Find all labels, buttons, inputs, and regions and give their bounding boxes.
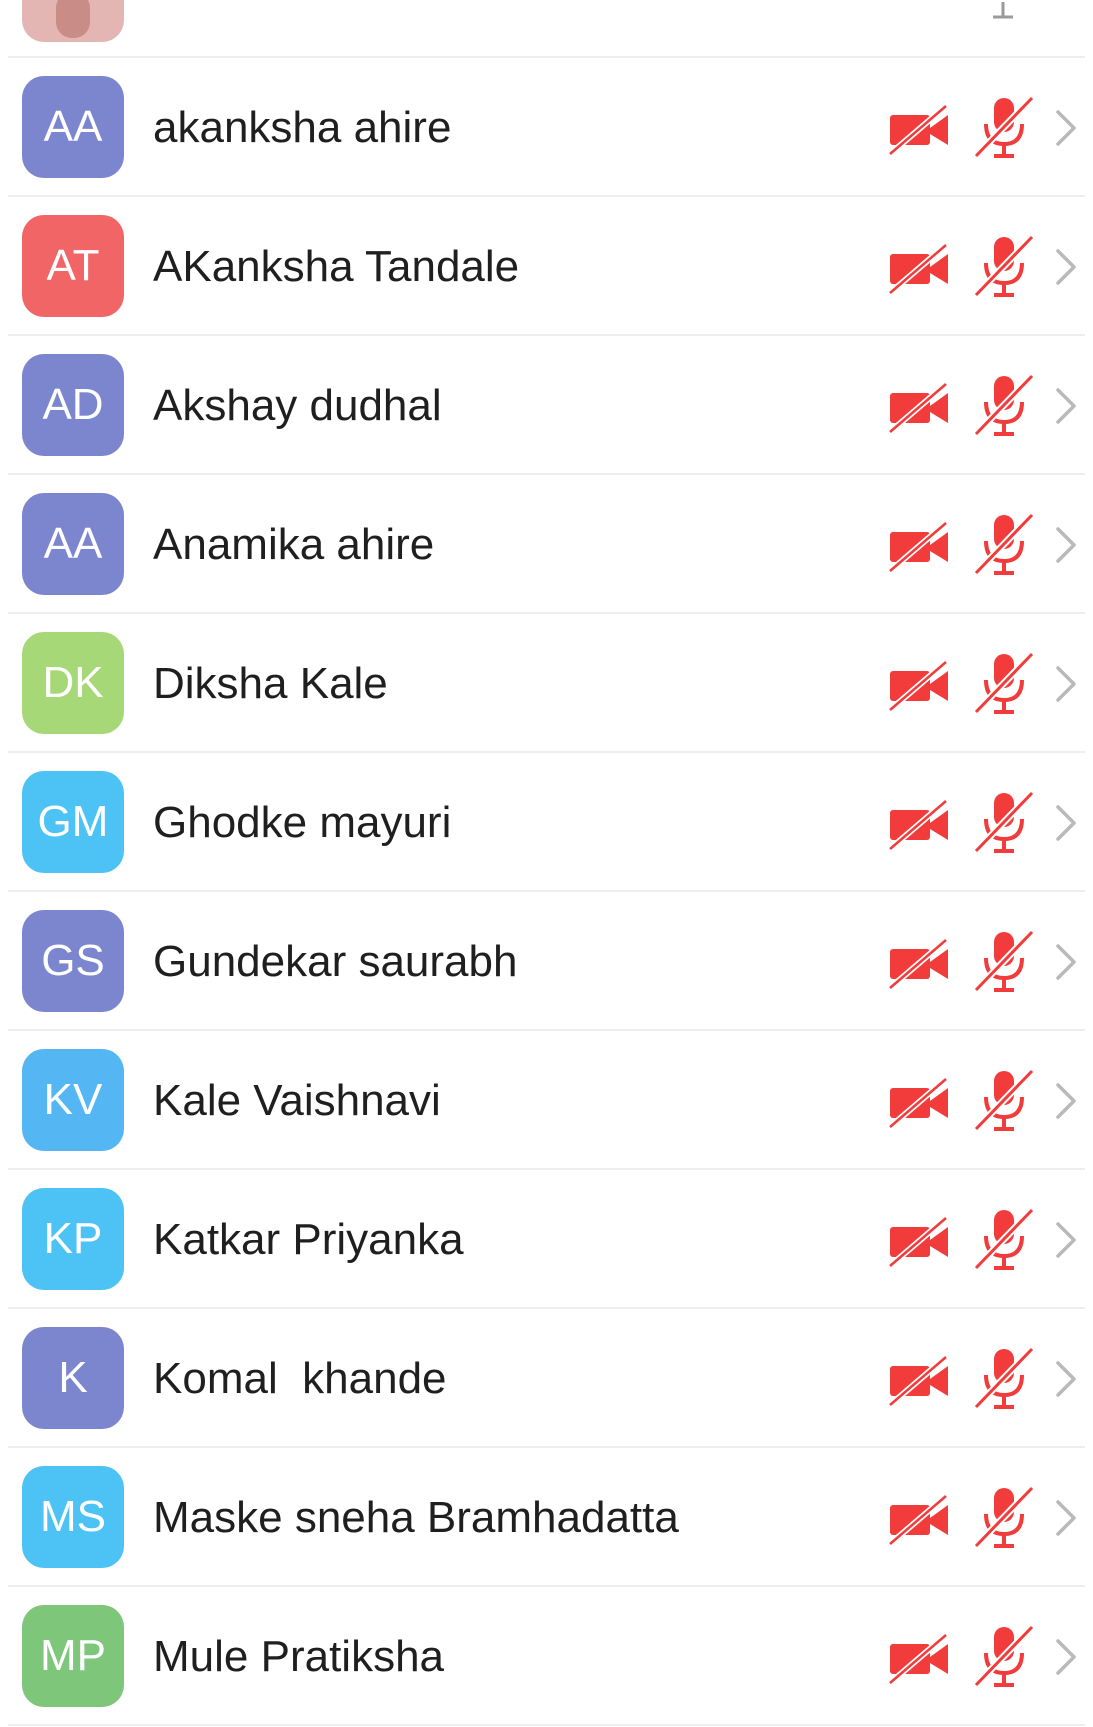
- participant-row[interactable]: GS Gundekar saurabh: [0, 892, 1093, 1031]
- avatar: MP: [22, 1605, 124, 1707]
- participant-row[interactable]: MS Maske sneha Bramhadatta: [0, 1448, 1093, 1587]
- chevron-right-icon[interactable]: [1054, 108, 1078, 148]
- chevron-right-icon[interactable]: [1054, 1081, 1078, 1121]
- video-off-icon[interactable]: [888, 1212, 952, 1270]
- participant-name: akanksha ahire: [153, 103, 452, 152]
- video-off-icon[interactable]: [888, 1490, 952, 1548]
- chevron-right-icon[interactable]: [1054, 525, 1078, 565]
- avatar: K: [22, 1327, 124, 1429]
- participant-name: Mule Pratiksha: [153, 1632, 445, 1681]
- video-off-icon[interactable]: [888, 100, 952, 158]
- chevron-right-icon[interactable]: [1054, 664, 1078, 704]
- mic-muted-icon[interactable]: [972, 1067, 1036, 1133]
- avatar: GM: [22, 771, 124, 873]
- partial-participant-row[interactable]: [0, 0, 1093, 58]
- participant-row[interactable]: K Komal khande: [0, 1309, 1093, 1448]
- video-off-icon[interactable]: [888, 934, 952, 992]
- participant-name: Anamika ahire: [153, 520, 435, 569]
- avatar: KP: [22, 1188, 124, 1290]
- mic-muted-icon[interactable]: [972, 233, 1036, 299]
- chevron-right-icon[interactable]: [1054, 1220, 1078, 1260]
- avatar: MS: [22, 1466, 124, 1568]
- participant-row[interactable]: KP Katkar Priyanka: [0, 1170, 1093, 1309]
- avatar: KV: [22, 1049, 124, 1151]
- participant-name: Kale Vaishnavi: [153, 1076, 441, 1125]
- avatar: AA: [22, 76, 124, 178]
- participant-name: Katkar Priyanka: [153, 1215, 464, 1264]
- chevron-right-icon[interactable]: [1054, 247, 1078, 287]
- participant-row[interactable]: KV Kale Vaishnavi: [0, 1031, 1093, 1170]
- participant-row[interactable]: AA Anamika ahire: [0, 475, 1093, 614]
- video-off-icon[interactable]: [888, 1629, 952, 1687]
- participant-name: AKanksha Tandale: [153, 242, 520, 291]
- participant-name: Ghodke mayuri: [153, 798, 452, 847]
- participant-row[interactable]: AT AKanksha Tandale: [0, 197, 1093, 336]
- mic-muted-icon[interactable]: [972, 372, 1036, 438]
- avatar: DK: [22, 632, 124, 734]
- chevron-right-icon[interactable]: [1054, 1359, 1078, 1399]
- mic-muted-icon[interactable]: [972, 928, 1036, 994]
- video-off-icon[interactable]: [888, 795, 952, 853]
- chevron-right-icon[interactable]: [1054, 803, 1078, 843]
- video-off-icon[interactable]: [888, 1351, 952, 1409]
- participant-name: Maske sneha Bramhadatta: [153, 1493, 679, 1542]
- participant-name: Akshay dudhal: [153, 381, 442, 430]
- chevron-right-icon[interactable]: [1054, 1498, 1078, 1538]
- participant-name: Diksha Kale: [153, 659, 388, 708]
- video-off-icon[interactable]: [888, 239, 952, 297]
- avatar-face: [56, 0, 90, 38]
- mic-muted-icon[interactable]: [972, 94, 1036, 160]
- participant-row[interactable]: MP Mule Pratiksha: [0, 1587, 1093, 1726]
- participant-row[interactable]: AA akanksha ahire: [0, 58, 1093, 197]
- chevron-right-icon[interactable]: [1054, 942, 1078, 982]
- video-off-icon[interactable]: [888, 1073, 952, 1131]
- avatar: AD: [22, 354, 124, 456]
- video-off-icon[interactable]: [888, 378, 952, 436]
- chevron-right-icon[interactable]: [1054, 1637, 1078, 1677]
- video-off-icon[interactable]: [888, 517, 952, 575]
- avatar: AA: [22, 493, 124, 595]
- participant-name: Gundekar saurabh: [153, 937, 518, 986]
- avatar: AT: [22, 215, 124, 317]
- avatar-photo: [22, 0, 124, 42]
- avatar: GS: [22, 910, 124, 1012]
- video-off-icon[interactable]: [888, 656, 952, 714]
- mic-icon: [993, 2, 1013, 19]
- mic-muted-icon[interactable]: [972, 1206, 1036, 1272]
- mic-muted-icon[interactable]: [972, 789, 1036, 855]
- participant-row[interactable]: GM Ghodke mayuri: [0, 753, 1093, 892]
- mic-muted-icon[interactable]: [972, 1345, 1036, 1411]
- participant-row[interactable]: AD Akshay dudhal: [0, 336, 1093, 475]
- participant-name: Komal khande: [153, 1354, 447, 1403]
- mic-muted-icon[interactable]: [972, 650, 1036, 716]
- chevron-right-icon[interactable]: [1054, 386, 1078, 426]
- mic-muted-icon[interactable]: [972, 511, 1036, 577]
- participant-list: AA akanksha ahire AT AKanksha Tandale AD Aksh…: [0, 0, 1093, 1727]
- mic-muted-icon[interactable]: [972, 1484, 1036, 1550]
- participant-row[interactable]: DK Diksha Kale: [0, 614, 1093, 753]
- mic-muted-icon[interactable]: [972, 1623, 1036, 1689]
